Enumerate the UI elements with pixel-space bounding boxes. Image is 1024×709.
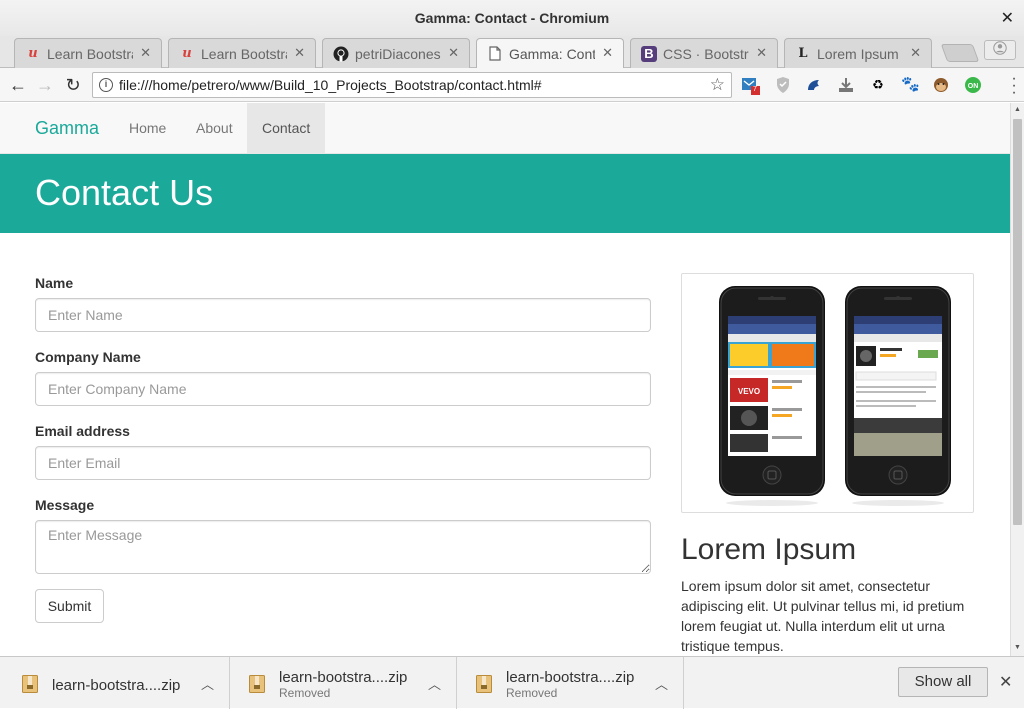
fox-extension-icon[interactable] [805,76,823,94]
download-filename: learn-bootstra....zip [506,669,635,686]
chevron-up-icon[interactable]: ︿ [655,674,668,693]
nav-about[interactable]: About [181,103,248,153]
udemy-icon: u [182,46,192,61]
close-icon[interactable]: ✕ [448,45,459,61]
scroll-down-icon[interactable]: ▼ [1014,644,1021,651]
tab-label: Gamma: Contact [509,46,595,62]
page-header: Contact Us [0,154,1010,233]
message-label: Message [35,497,95,513]
window-close-icon[interactable]: ✕ [1001,8,1014,28]
zip-file-icon [22,675,38,693]
company-label: Company Name [35,349,141,365]
tab-learn-bootstrap-2[interactable]: u Learn Bootstrap ✕ [168,38,316,68]
download-filename: learn-bootstra....zip [52,677,181,694]
name-input[interactable] [35,298,651,332]
site-brand[interactable]: Gamma [35,118,99,139]
extension-badge: 7 [753,86,757,93]
page-viewport: Gamma Home About Contact Contact Us Name… [0,103,1010,656]
sidebar-heading: Lorem Ipsum [681,533,857,566]
browser-toolbar: ← → ↻ i file:///home/petrero/www/Build_1… [0,68,1024,102]
page-info-icon[interactable]: i [99,78,113,92]
bootstrap-icon: B [641,46,657,62]
site-navbar: Gamma Home About Contact [0,103,1010,154]
window-titlebar: Gamma: Contact - Chromium ✕ [0,0,1024,36]
download-status: Removed [506,686,558,700]
email-input[interactable] [35,446,651,480]
close-icon[interactable]: ✕ [140,45,151,61]
show-all-button[interactable]: Show all [898,667,988,697]
tab-css-bootstrap[interactable]: B CSS · Bootstrap ✕ [630,38,778,68]
zip-file-icon [249,675,265,693]
scroll-up-icon[interactable]: ▲ [1014,106,1021,113]
nav-contact[interactable]: Contact [247,103,326,153]
document-icon [487,46,503,62]
submit-button[interactable]: Submit [35,589,104,623]
tab-label: Learn Bootstrap [201,46,287,62]
company-input[interactable] [35,372,651,406]
tab-gamma-contact[interactable]: Gamma: Contact ✕ [476,38,624,69]
page-title: Contact Us [35,172,214,213]
phones-image: VEVO [681,273,974,513]
forward-icon[interactable]: → [34,74,56,96]
download-filename: learn-bootstra....zip [279,669,408,686]
download-item[interactable]: learn-bootstra....zip ︿ [4,657,230,709]
chevron-up-icon[interactable]: ︿ [428,674,441,693]
sidebar-paragraph: Lorem ipsum dolor sit amet, consectetur … [681,578,965,654]
svg-text:VEVO: VEVO [738,387,760,396]
tab-label: petriDiaconescu [355,46,441,62]
zip-file-icon [476,675,492,693]
recycle-icon[interactable]: ♻ [869,76,887,94]
url-text: file:///home/petrero/www/Build_10_Projec… [119,77,542,93]
tab-lorem-ipsum[interactable]: L Lorem Ipsum ✕ [784,38,932,68]
email-label: Email address [35,423,130,439]
lipsum-icon: L [798,46,808,61]
download-item[interactable]: learn-bootstra....zip Removed ︿ [458,657,684,709]
download-status: Removed [279,686,331,700]
chevron-up-icon[interactable]: ︿ [201,674,214,693]
scrollbar-thumb[interactable] [1013,119,1022,525]
tab-learn-bootstrap-1[interactable]: u Learn Bootstrap ✕ [14,38,162,68]
nav-home[interactable]: Home [114,103,181,153]
page-scrollbar[interactable]: ▲ ▼ [1010,103,1024,656]
download-item[interactable]: learn-bootstra....zip Removed ︿ [231,657,457,709]
tab-label: Lorem Ipsum [817,46,899,62]
message-textarea[interactable] [35,520,651,574]
tab-github[interactable]: petriDiaconescu ✕ [322,38,470,68]
name-label: Name [35,275,74,291]
reload-icon[interactable]: ↻ [62,74,84,96]
close-icon[interactable]: ✕ [294,45,305,61]
tab-strip: u Learn Bootstrap ✕ u Learn Bootstrap ✕ … [0,36,1024,69]
address-bar[interactable]: i file:///home/petrero/www/Build_10_Proj… [92,72,732,98]
close-icon[interactable]: ✕ [756,45,767,61]
close-icon[interactable]: ✕ [602,45,613,61]
download-shelf: learn-bootstra....zip ︿ learn-bootstra..… [0,656,1024,709]
back-icon[interactable]: ← [7,74,29,96]
close-icon[interactable]: ✕ [999,672,1012,692]
new-tab-button[interactable] [940,44,980,62]
monkey-icon[interactable] [932,76,950,94]
menu-icon[interactable]: · · · [1010,71,1018,101]
window-title: Gamma: Contact - Chromium [414,10,610,26]
profile-icon[interactable] [984,40,1016,60]
close-icon[interactable]: ✕ [910,45,921,61]
download-icon[interactable] [837,76,855,94]
github-icon [333,46,349,62]
udemy-icon: u [28,46,38,61]
tab-label: CSS · Bootstrap [663,46,749,62]
svg-text:ON: ON [968,83,979,90]
shield-icon[interactable] [774,76,792,94]
toggle-on-icon[interactable]: ON [964,76,982,94]
paw-icon[interactable]: 🐾 [901,76,920,94]
bookmark-star-icon[interactable]: ☆ [710,75,725,95]
tab-label: Learn Bootstrap [47,46,133,62]
